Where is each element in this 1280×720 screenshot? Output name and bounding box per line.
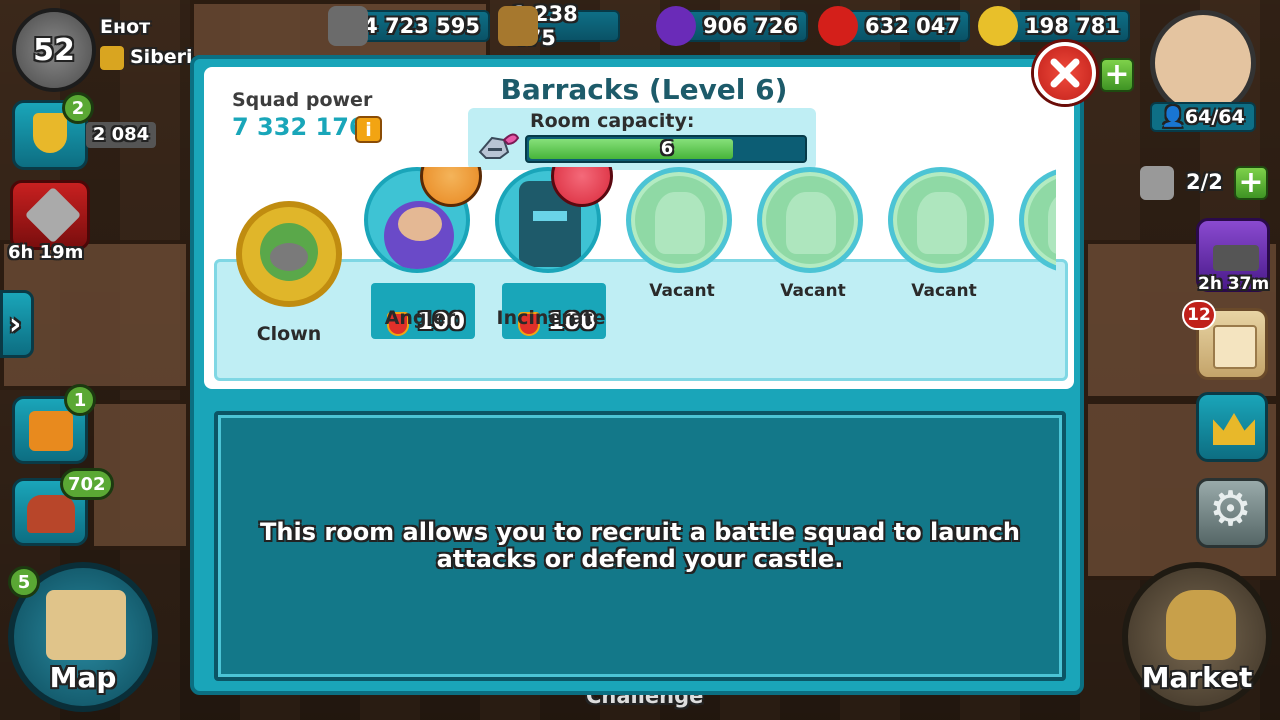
squad-slot-vacant[interactable]: Vacant <box>622 167 742 377</box>
squad-slot-clown[interactable]: Clown <box>229 167 349 377</box>
vacant-portrait <box>888 167 994 273</box>
add-gems-button[interactable]: + <box>1100 58 1134 92</box>
player-level-badge[interactable]: 52 <box>12 8 96 92</box>
market-label: Market <box>1141 661 1253 694</box>
gold-coin-icon <box>978 6 1018 46</box>
squad-slot-angler[interactable]: 100 Angler <box>360 167 482 377</box>
scroll-count-badge: 12 <box>1182 300 1216 330</box>
battle-timer: 6h 19m <box>8 242 84 263</box>
map-count-badge: 5 <box>8 566 40 598</box>
treasure-map-icon <box>46 590 126 660</box>
incinerate-visor <box>533 211 567 221</box>
potion-icon <box>656 6 696 46</box>
forge-timer: 2h 37m <box>1198 274 1270 294</box>
resource-iron[interactable]: 4 723 595 <box>328 6 490 46</box>
dialog-title: Barracks (Level 6) <box>500 73 788 106</box>
gear-icon: ⚙ <box>1209 481 1253 537</box>
slot-name: Incinerate <box>496 307 606 329</box>
market-button[interactable]: Market <box>1122 562 1272 712</box>
gold-sack-icon <box>1166 590 1236 660</box>
slot-name: Vacant <box>649 281 715 301</box>
chest-icon <box>27 495 75 533</box>
leader-portrait <box>236 201 342 307</box>
anvil-icon <box>1213 245 1259 271</box>
person-icon: 👤 <box>1161 106 1185 128</box>
info-icon[interactable]: i <box>355 116 382 143</box>
room-description: This room allows you to recruit a battle… <box>260 518 1020 573</box>
quest-book-icon <box>29 411 73 451</box>
room-capacity-box: Room capacity: 6 <box>468 108 816 170</box>
iron-icon <box>328 6 368 46</box>
slot-name: V <box>1015 281 1056 301</box>
room-capacity-bar: 6 <box>525 135 807 163</box>
chevron-right-icon: › <box>9 307 22 342</box>
player-level: 52 <box>33 32 75 68</box>
close-button[interactable] <box>1034 42 1096 104</box>
squad-power-value: 7 332 176 <box>232 113 366 141</box>
slot-name: Vacant <box>911 281 977 301</box>
trophy-count-badge: 2 <box>62 92 94 124</box>
barracks-header-panel: Squad power 7 332 176 i Barracks (Level … <box>204 67 1074 389</box>
squad-slot-vacant[interactable]: Vacant <box>753 167 873 377</box>
room-capacity-value: 6 <box>660 138 674 159</box>
knight-helmet-icon <box>478 133 520 159</box>
apple-icon <box>818 6 858 46</box>
slot-name: Clown <box>256 323 322 345</box>
vacant-portrait <box>626 167 732 273</box>
resource-gold[interactable]: 198 781 <box>978 6 1130 46</box>
trophy-icon <box>33 113 67 153</box>
resource-apple[interactable]: 632 047 <box>818 6 970 46</box>
room-capacity-label: Room capacity: <box>530 110 695 132</box>
add-hero-icon <box>786 192 836 254</box>
barracks-dialog: Squad power 7 332 176 i Barracks (Level … <box>190 55 1084 695</box>
raccoon-face <box>270 243 308 271</box>
clan-name: Siberi <box>130 46 193 68</box>
map-label: Map <box>49 661 117 694</box>
leaderboard-button[interactable] <box>1196 392 1268 462</box>
clan-icon <box>100 46 124 70</box>
expand-left-button[interactable]: › <box>0 290 34 358</box>
scroll-icon <box>1213 325 1257 369</box>
angler-face <box>398 207 442 241</box>
resource-wood[interactable]: 1 238 475 <box>498 2 620 50</box>
vacant-portrait <box>1019 167 1056 273</box>
slot-name: Vacant <box>780 281 846 301</box>
add-hero-icon <box>655 192 705 254</box>
resource-potion[interactable]: 906 726 <box>656 6 808 46</box>
add-hero-icon <box>1048 192 1056 254</box>
crossed-swords-icon <box>24 186 82 244</box>
population-counter: 👤64/64 <box>1150 102 1256 132</box>
room-description-panel: This room allows you to recruit a battle… <box>214 411 1066 681</box>
squad-slot-incinerate[interactable]: 100 Incinerate <box>491 167 613 377</box>
squad-slot-vacant[interactable]: V <box>1015 167 1056 377</box>
advisor-avatar[interactable] <box>1150 10 1256 116</box>
squad-power-label: Squad power <box>232 89 373 111</box>
squad-slot-vacant[interactable]: Vacant <box>884 167 1004 377</box>
add-hero-icon <box>917 192 967 254</box>
player-name: Енот <box>100 16 151 38</box>
crown-icon <box>1213 413 1255 445</box>
slot-name: Angler <box>384 307 456 329</box>
battle-button[interactable] <box>10 180 90 250</box>
close-icon <box>1050 58 1080 88</box>
chest-count-badge: 702 <box>60 468 114 500</box>
squad-slots: Clown 100 Angler 100 Incinerate Vacant V… <box>214 167 1056 387</box>
wood-icon <box>498 6 538 46</box>
add-builder-button[interactable]: + <box>1234 166 1268 200</box>
builders-counter: 2/2 <box>1186 170 1223 194</box>
hammer-icon <box>1140 166 1174 200</box>
trophy-score: 2 084 <box>86 122 156 148</box>
settings-button[interactable]: ⚙ <box>1196 478 1268 548</box>
vacant-portrait <box>757 167 863 273</box>
quests-count-badge: 1 <box>64 384 96 416</box>
